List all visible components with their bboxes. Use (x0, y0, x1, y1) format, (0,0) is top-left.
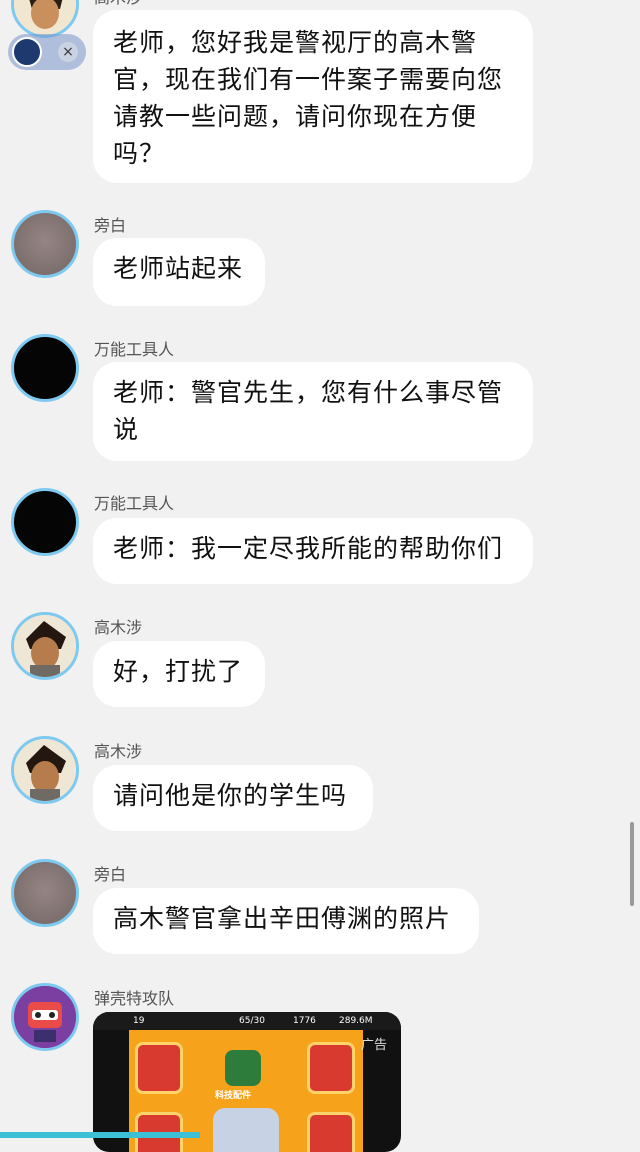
avatar-takagi[interactable] (11, 0, 79, 38)
ad-stat3: 289.6M (339, 1016, 373, 1026)
ad-tile (307, 1112, 355, 1152)
ad-level: 19 (133, 1016, 145, 1026)
message-bubble[interactable]: 老师站起来 (93, 238, 265, 306)
ad-center-text: 科技配件 (215, 1091, 252, 1101)
message-bubble[interactable]: 请问他是你的学生吗 (93, 765, 373, 831)
scrollbar[interactable] (630, 822, 634, 906)
ad-tile (307, 1042, 355, 1094)
sender-name: 旁白 (94, 865, 127, 884)
avatar-game[interactable] (11, 983, 79, 1051)
ad-stat1: 65/30 (239, 1016, 265, 1026)
avatar-narrator[interactable] (11, 210, 79, 278)
ad-card[interactable]: 19 65/30 1776 289.6M 科技配件 广告 (93, 1012, 401, 1152)
avatar-takagi[interactable] (11, 736, 79, 804)
avatar-narrator[interactable] (11, 859, 79, 927)
ad-character (213, 1108, 279, 1152)
sender-name: 高木涉 (94, 742, 143, 761)
sender-name: 高木涉 (94, 618, 143, 637)
floating-assistant-button[interactable]: × (8, 34, 86, 70)
avatar-tool[interactable] (11, 334, 79, 402)
bottom-indicator (0, 1132, 200, 1138)
sender-name: 旁白 (94, 216, 127, 235)
ad-center-icon (225, 1050, 261, 1086)
sender-name: 弹壳特攻队 (94, 989, 175, 1008)
sender-name: 高木涉 (94, 0, 142, 8)
message-bubble[interactable]: 高木警官拿出辛田傅渊的照片 (93, 888, 479, 954)
ad-stat2: 1776 (293, 1016, 316, 1026)
avatar-tool[interactable] (11, 488, 79, 556)
message-bubble[interactable]: 老师：警官先生，您有什么事尽管说 (93, 362, 533, 461)
sender-name: 万能工具人 (94, 340, 175, 359)
sender-name: 万能工具人 (94, 494, 175, 513)
message-bubble[interactable]: 老师：我一定尽我所能的帮助你们 (93, 518, 533, 584)
assistant-icon[interactable] (12, 37, 42, 67)
message-bubble[interactable]: 老师，您好我是警视厅的高木警官，现在我们有一件案子需要向您请教一些问题，请问你现… (93, 10, 533, 183)
avatar-takagi[interactable] (11, 612, 79, 680)
ad-status-bar: 19 65/30 1776 289.6M (93, 1012, 401, 1030)
message-bubble[interactable]: 好，打扰了 (93, 641, 265, 707)
close-icon[interactable]: × (58, 42, 78, 62)
ad-tile (135, 1042, 183, 1094)
ad-label: 广告 (360, 1038, 387, 1053)
